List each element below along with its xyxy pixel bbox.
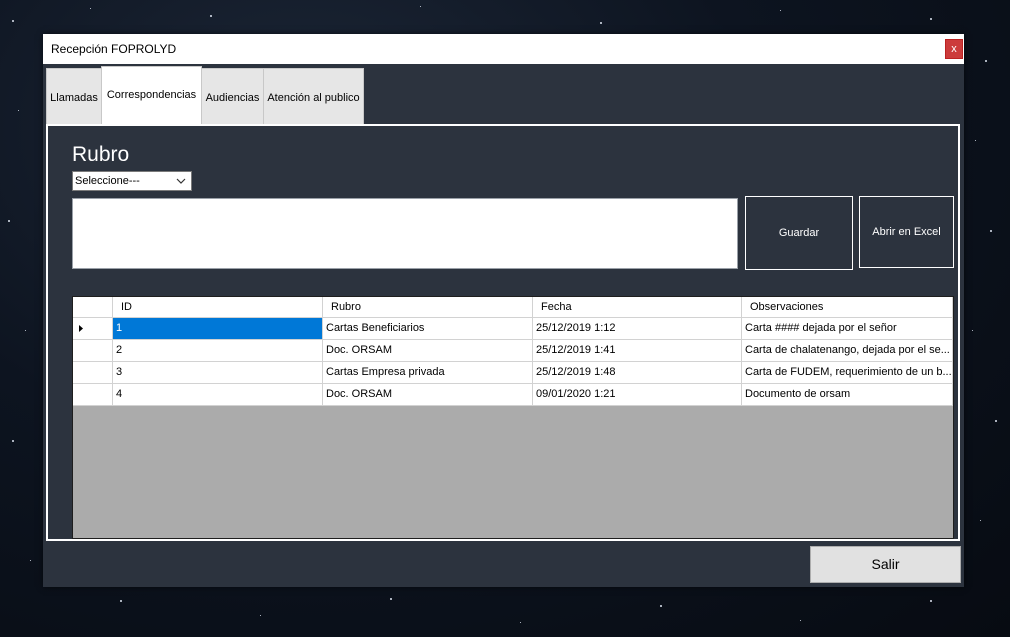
cell-fecha[interactable]: 25/12/2019 1:12 <box>533 318 742 340</box>
table-row[interactable]: 3 Cartas Empresa privada 25/12/2019 1:48… <box>73 362 953 384</box>
tab-llamadas[interactable]: Llamadas <box>46 68 102 125</box>
row-header[interactable] <box>73 362 113 384</box>
current-row-arrow-icon <box>79 325 83 332</box>
tab-label: Llamadas <box>50 92 98 104</box>
tab-label: Audiencias <box>205 92 260 104</box>
tab-correspondencias[interactable]: Correspondencias <box>101 66 202 126</box>
cell-rubro[interactable]: Cartas Empresa privada <box>323 362 533 384</box>
cell-id[interactable]: 3 <box>113 362 323 384</box>
table-row[interactable]: 1 Cartas Beneficiarios 25/12/2019 1:12 C… <box>73 318 953 340</box>
column-header-id[interactable]: ID <box>113 297 323 318</box>
cell-observaciones[interactable]: Carta #### dejada por el señor <box>742 318 953 340</box>
chevron-down-icon <box>176 178 186 184</box>
rubro-select[interactable]: Seleccione--- <box>72 171 192 191</box>
row-header[interactable] <box>73 318 113 340</box>
table-header-row: ID Rubro Fecha Observaciones <box>73 297 953 319</box>
tab-atencion-al-publico[interactable]: Atención al publico <box>263 68 364 125</box>
row-header-corner <box>73 297 113 318</box>
close-button[interactable]: x <box>945 39 963 59</box>
cell-observaciones[interactable]: Carta de chalatenango, dejada por el se.… <box>742 340 953 362</box>
column-header-rubro[interactable]: Rubro <box>323 297 533 318</box>
table-row[interactable]: 4 Doc. ORSAM 09/01/2020 1:21 Documento d… <box>73 384 953 406</box>
cell-rubro[interactable]: Doc. ORSAM <box>323 340 533 362</box>
app-window: Recepción FOPROLYD x Llamadas Correspond… <box>43 34 964 587</box>
cell-id[interactable]: 1 <box>113 318 323 340</box>
cell-fecha[interactable]: 09/01/2020 1:21 <box>533 384 742 406</box>
records-table[interactable]: ID Rubro Fecha Observaciones 1 Cartas Be… <box>72 296 954 539</box>
cell-observaciones[interactable]: Carta de FUDEM, requerimiento de un b... <box>742 362 953 384</box>
tab-audiencias[interactable]: Audiencias <box>201 68 264 125</box>
cell-fecha[interactable]: 25/12/2019 1:41 <box>533 340 742 362</box>
tab-label: Atención al publico <box>267 92 360 104</box>
exit-button[interactable]: Salir <box>810 546 961 583</box>
row-header[interactable] <box>73 384 113 406</box>
rubro-select-value: Seleccione--- <box>75 175 140 187</box>
title-bar: Recepción FOPROLYD x <box>43 34 964 64</box>
row-header[interactable] <box>73 340 113 362</box>
column-header-fecha[interactable]: Fecha <box>533 297 742 318</box>
table-row[interactable]: 2 Doc. ORSAM 25/12/2019 1:41 Carta de ch… <box>73 340 953 362</box>
cell-observaciones[interactable]: Documento de orsam <box>742 384 953 406</box>
cell-rubro[interactable]: Doc. ORSAM <box>323 384 533 406</box>
cell-rubro[interactable]: Cartas Beneficiarios <box>323 318 533 340</box>
column-header-observaciones[interactable]: Observaciones <box>742 297 953 318</box>
cell-fecha[interactable]: 25/12/2019 1:48 <box>533 362 742 384</box>
tab-label: Correspondencias <box>106 89 197 101</box>
rubro-heading: Rubro <box>72 143 130 166</box>
observations-input[interactable] <box>72 198 738 269</box>
open-excel-button[interactable]: Abrir en Excel <box>859 196 954 268</box>
tab-panel-correspondencias: Rubro Seleccione--- Guardar Abrir en Exc… <box>46 124 960 541</box>
window-title: Recepción FOPROLYD <box>51 42 177 56</box>
cell-id[interactable]: 2 <box>113 340 323 362</box>
save-button[interactable]: Guardar <box>745 196 853 270</box>
cell-id[interactable]: 4 <box>113 384 323 406</box>
